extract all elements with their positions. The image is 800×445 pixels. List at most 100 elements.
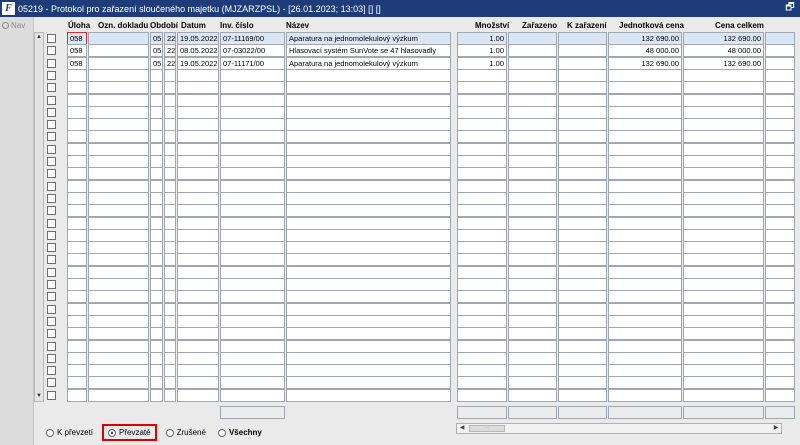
cell-extra[interactable] xyxy=(765,81,795,95)
table-row[interactable] xyxy=(0,81,800,95)
cell-o1[interactable] xyxy=(150,364,163,378)
cell-mnozstvi[interactable] xyxy=(457,179,507,193)
row-checkbox[interactable] xyxy=(47,169,56,179)
cell-mnozstvi[interactable] xyxy=(457,253,507,267)
cell-k_zarazeni[interactable] xyxy=(558,56,607,70)
cell-zarazeno[interactable] xyxy=(508,105,557,119)
cell-mnozstvi[interactable] xyxy=(457,241,507,255)
cell-extra[interactable] xyxy=(765,105,795,119)
cell-o1[interactable] xyxy=(150,265,163,279)
radio-zrusene[interactable]: Zrušené xyxy=(165,428,206,437)
cell-nazev[interactable] xyxy=(286,130,451,144)
cell-datum[interactable] xyxy=(177,93,219,107)
cell-o2[interactable] xyxy=(164,68,176,82)
table-row[interactable]: 058 05 22 08.05.2022 07-03022/00 Hlasovací sy… xyxy=(0,44,800,58)
cell-mnozstvi[interactable] xyxy=(457,93,507,107)
cell-k_zarazeni[interactable] xyxy=(558,191,607,205)
row-checkbox[interactable] xyxy=(47,107,56,117)
cell-extra[interactable] xyxy=(765,130,795,144)
cell-jedn_cena[interactable] xyxy=(608,204,682,218)
cell-o1[interactable] xyxy=(150,68,163,82)
cell-inv[interactable] xyxy=(220,179,285,193)
cell-nazev[interactable] xyxy=(286,253,451,267)
cell-jedn_cena[interactable] xyxy=(608,81,682,95)
cell-cena_celkem[interactable] xyxy=(683,388,764,402)
cell-nazev[interactable] xyxy=(286,167,451,181)
cell-o1[interactable] xyxy=(150,118,163,132)
cell-mnozstvi[interactable] xyxy=(457,191,507,205)
cell-o2[interactable] xyxy=(164,228,176,242)
cell-datum[interactable] xyxy=(177,118,219,132)
cell-k_zarazeni[interactable] xyxy=(558,32,607,45)
cell-k_zarazeni[interactable] xyxy=(558,118,607,132)
cell-extra[interactable] xyxy=(765,155,795,168)
cell-o1[interactable] xyxy=(150,351,163,365)
cell-zarazeno[interactable] xyxy=(508,339,557,353)
cell-datum[interactable] xyxy=(177,216,219,230)
cell-datum[interactable] xyxy=(177,204,219,218)
cell-ozn[interactable] xyxy=(88,56,149,70)
cell-extra[interactable] xyxy=(765,228,795,242)
cell-uloha[interactable] xyxy=(67,68,87,82)
cell-extra[interactable] xyxy=(765,278,795,291)
cell-zarazeno[interactable] xyxy=(508,191,557,205)
cell-extra[interactable] xyxy=(765,142,795,156)
cell-k_zarazeni[interactable] xyxy=(558,142,607,156)
horizontal-scrollbar[interactable]: ◀ ··· ▶ xyxy=(456,423,782,434)
row-checkbox[interactable] xyxy=(47,120,56,130)
cell-nazev[interactable] xyxy=(286,81,451,95)
restore-window-icon[interactable]: 🗗 xyxy=(784,2,796,14)
cell-zarazeno[interactable] xyxy=(508,44,557,58)
row-checkbox[interactable] xyxy=(47,267,56,277)
cell-extra[interactable] xyxy=(765,118,795,132)
cell-extra[interactable] xyxy=(765,68,795,82)
cell-o1[interactable] xyxy=(150,314,163,328)
cell-uloha[interactable]: 058 xyxy=(67,44,87,58)
cell-zarazeno[interactable] xyxy=(508,388,557,402)
cell-cena_celkem[interactable] xyxy=(683,204,764,218)
cell-cena_celkem[interactable] xyxy=(683,167,764,181)
cell-nazev[interactable] xyxy=(286,265,451,279)
table-row[interactable] xyxy=(0,376,800,390)
cell-ozn[interactable] xyxy=(88,155,149,168)
cell-o2[interactable] xyxy=(164,339,176,353)
cell-ozn[interactable] xyxy=(88,216,149,230)
table-row[interactable] xyxy=(0,68,800,82)
cell-inv[interactable]: 07-11171/00 xyxy=(220,56,285,70)
row-checkbox[interactable] xyxy=(47,353,56,363)
cell-jedn_cena[interactable] xyxy=(608,364,682,378)
cell-cena_celkem[interactable]: 132 690.00 xyxy=(683,56,764,70)
cell-jedn_cena[interactable] xyxy=(608,105,682,119)
cell-cena_celkem[interactable]: 132 690.00 xyxy=(683,32,764,45)
cell-uloha[interactable] xyxy=(67,241,87,255)
cell-uloha[interactable] xyxy=(67,376,87,390)
cell-o2[interactable] xyxy=(164,290,176,304)
cell-k_zarazeni[interactable] xyxy=(558,253,607,267)
cell-ozn[interactable] xyxy=(88,253,149,267)
cell-nazev[interactable] xyxy=(286,290,451,304)
cell-zarazeno[interactable] xyxy=(508,155,557,168)
cell-ozn[interactable] xyxy=(88,376,149,390)
cell-ozn[interactable] xyxy=(88,130,149,144)
radio-k-prevzeti[interactable]: K převzetí xyxy=(46,428,93,437)
cell-nazev[interactable] xyxy=(286,241,451,255)
cell-k_zarazeni[interactable] xyxy=(558,179,607,193)
table-row[interactable] xyxy=(0,118,800,132)
cell-extra[interactable] xyxy=(765,216,795,230)
cell-inv[interactable] xyxy=(220,327,285,341)
cell-mnozstvi[interactable]: 1.00 xyxy=(457,44,507,58)
cell-mnozstvi[interactable] xyxy=(457,376,507,390)
cell-o1[interactable]: 05 xyxy=(150,44,163,58)
cell-datum[interactable]: 19.05.2022 xyxy=(177,32,219,45)
cell-cena_celkem[interactable] xyxy=(683,179,764,193)
table-row[interactable] xyxy=(0,167,800,181)
cell-datum[interactable] xyxy=(177,81,219,95)
cell-nazev[interactable]: Hlasovací systém SunVote se 47 hlasovadl… xyxy=(286,44,451,58)
col-header-uloha[interactable]: Úloha xyxy=(68,21,90,30)
cell-uloha[interactable] xyxy=(67,130,87,144)
cell-extra[interactable] xyxy=(765,241,795,255)
cell-inv[interactable] xyxy=(220,93,285,107)
row-checkbox[interactable] xyxy=(47,132,56,142)
cell-datum[interactable] xyxy=(177,314,219,328)
cell-jedn_cena[interactable] xyxy=(608,241,682,255)
